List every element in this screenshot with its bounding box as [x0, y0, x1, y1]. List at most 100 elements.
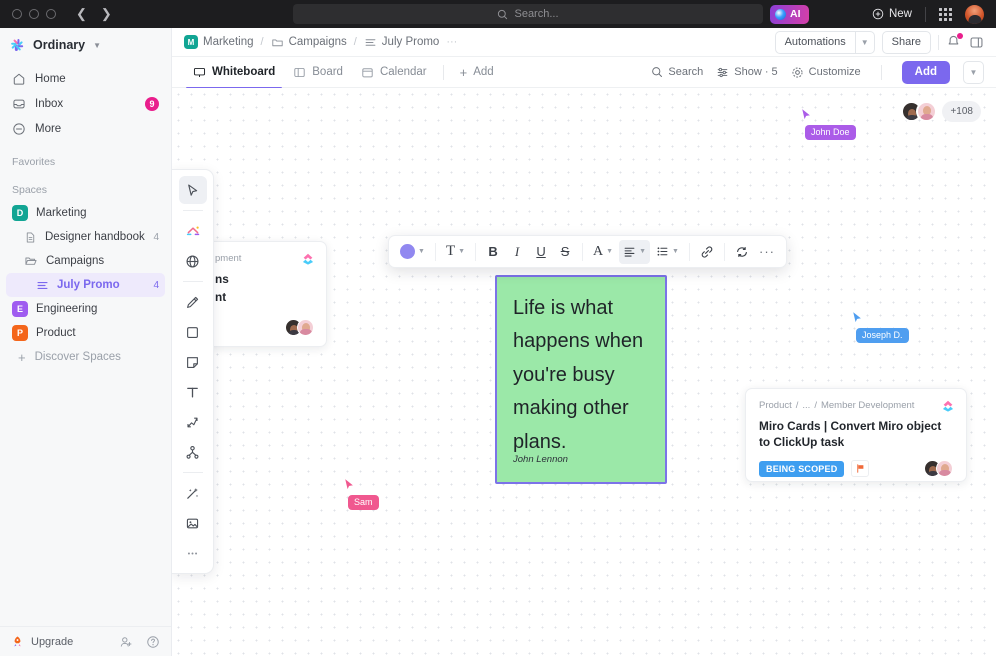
connector-icon[interactable]	[179, 408, 207, 436]
pen-icon[interactable]	[179, 288, 207, 316]
add-task-button[interactable]: Add	[902, 61, 950, 84]
list-icon	[36, 279, 49, 292]
ai-sparkle-icon[interactable]	[179, 217, 207, 245]
chevron-down-icon[interactable]: ▼	[93, 41, 101, 50]
avatar[interactable]	[916, 101, 937, 122]
os-bar-right: New	[872, 5, 984, 24]
customize-button[interactable]: Customize	[791, 66, 861, 79]
forward-arrow-icon[interactable]: ❯	[101, 6, 112, 22]
ai-button[interactable]: AI	[770, 5, 809, 24]
automations-caret[interactable]: ▼	[855, 31, 875, 54]
workspace-switcher[interactable]: Ordinary ▼	[0, 28, 171, 62]
help-circle-icon[interactable]	[146, 635, 160, 649]
upgrade-label[interactable]: Upgrade	[31, 636, 73, 648]
share-button[interactable]: Share	[882, 31, 931, 54]
color-swatch-button[interactable]: ▼	[396, 240, 429, 264]
breadcrumb-separator-2: /	[354, 36, 357, 48]
sidebar-item-engineering[interactable]: E Engineering	[6, 297, 165, 321]
new-button[interactable]: New	[872, 8, 912, 20]
sidebar-item-home[interactable]: Home	[6, 66, 165, 91]
more-tools-icon[interactable]	[179, 539, 207, 567]
font-size-button[interactable]: T ▼	[442, 240, 469, 264]
sidebar-item-july-promo[interactable]: July Promo 4	[6, 273, 165, 297]
sticky-note-icon[interactable]	[179, 348, 207, 376]
bold-button[interactable]: B	[482, 240, 504, 264]
sidebar-item-home-label: Home	[35, 73, 66, 85]
sidebar-item-more[interactable]: More	[6, 116, 165, 141]
user-avatar[interactable]	[965, 5, 984, 24]
strikethrough-button[interactable]: S	[554, 240, 576, 264]
priority-flag-icon[interactable]	[851, 460, 869, 477]
tab-whiteboard[interactable]: Whiteboard	[184, 57, 284, 88]
avatar[interactable]	[936, 460, 953, 477]
task-card-breadcrumb-space: Product	[759, 400, 792, 411]
add-view-button[interactable]: + Add	[451, 57, 503, 88]
global-search-bar[interactable]: Search...	[293, 4, 763, 24]
convert-button[interactable]	[731, 240, 753, 264]
image-icon[interactable]	[179, 509, 207, 537]
task-card-clipped-breadcrumb: pment	[215, 253, 314, 264]
whiteboard-canvas[interactable]: +108	[172, 88, 996, 656]
minimize-window-dot[interactable]	[29, 9, 39, 19]
avatar[interactable]	[297, 319, 314, 336]
divider	[183, 281, 203, 282]
task-card-clipped[interactable]: pment ns nt	[202, 241, 327, 347]
breadcrumb-folder[interactable]: Campaigns	[271, 36, 347, 49]
july-promo-count: 4	[153, 280, 159, 291]
inbox-icon	[12, 97, 26, 111]
collaborator-overflow-count[interactable]: +108	[942, 101, 981, 122]
globe-icon[interactable]	[179, 247, 207, 275]
add-task-caret[interactable]: ▼	[963, 61, 984, 84]
shape-square-icon[interactable]	[179, 318, 207, 346]
notifications-button[interactable]	[946, 34, 962, 50]
task-card-clipped-title-line-2: nt	[215, 289, 314, 305]
status-badge[interactable]: BEING SCOPED	[759, 461, 844, 477]
sticky-note-text[interactable]: Life is what happens when you're busy ma…	[513, 292, 649, 459]
workspace-name: Ordinary	[33, 38, 85, 52]
browser-nav[interactable]: ❮ ❯	[76, 6, 112, 22]
select-cursor-icon[interactable]	[179, 176, 207, 204]
task-card[interactable]: Product / ... / Member Development Miro …	[745, 388, 967, 482]
invite-person-icon[interactable]	[119, 635, 133, 649]
sidebar-item-marketing[interactable]: D Marketing	[6, 201, 165, 225]
automations-button[interactable]: Automations	[775, 31, 855, 54]
tab-calendar-label: Calendar	[380, 66, 427, 78]
link-button[interactable]	[696, 240, 718, 264]
cursor-arrow-icon	[343, 477, 356, 492]
text-icon[interactable]	[179, 378, 207, 406]
back-arrow-icon[interactable]: ❮	[76, 6, 87, 22]
sticky-note[interactable]: Life is what happens when you're busy ma…	[495, 275, 667, 484]
text-color-button[interactable]: A ▼	[589, 240, 617, 264]
convert-refresh-icon	[735, 245, 749, 259]
align-button[interactable]: ▼	[619, 240, 650, 264]
breadcrumb-overflow-icon[interactable]: ···	[446, 36, 457, 48]
tab-calendar[interactable]: Calendar	[352, 57, 436, 88]
mindmap-icon[interactable]	[179, 438, 207, 466]
breadcrumb-actions: Automations ▼ Share	[775, 31, 984, 54]
maximize-window-dot[interactable]	[46, 9, 56, 19]
discover-spaces-button[interactable]: + Discover Spaces	[6, 345, 165, 369]
apps-grid-icon[interactable]	[939, 8, 952, 21]
task-card-clipped-assignees[interactable]	[285, 319, 314, 336]
sidebar-item-product[interactable]: P Product	[6, 321, 165, 345]
list-button[interactable]: ▼	[652, 240, 683, 264]
more-options-button[interactable]: ···	[755, 240, 779, 264]
show-filter-button[interactable]: Show · 5	[716, 66, 777, 79]
discover-spaces-label: Discover Spaces	[35, 351, 121, 363]
sidebar-footer-actions	[119, 635, 160, 649]
sidebar-item-designer-handbook[interactable]: Designer handbook 4	[6, 225, 165, 249]
space-avatar-engineering: E	[12, 301, 28, 317]
view-search-button[interactable]: Search	[651, 66, 703, 78]
close-window-dot[interactable]	[12, 9, 22, 19]
magic-wand-icon[interactable]	[179, 479, 207, 507]
italic-button[interactable]: I	[506, 240, 528, 264]
window-controls[interactable]	[12, 9, 56, 19]
sidebar-item-inbox[interactable]: Inbox 9	[6, 91, 165, 116]
task-card-assignees[interactable]	[924, 460, 953, 477]
underline-button[interactable]: U	[530, 240, 552, 264]
tab-board[interactable]: Board	[284, 57, 352, 88]
sidebar-item-campaigns[interactable]: Campaigns	[6, 249, 165, 273]
panel-toggle-icon[interactable]	[969, 35, 984, 50]
breadcrumb-space[interactable]: M Marketing	[184, 35, 254, 49]
breadcrumb-list[interactable]: July Promo	[364, 36, 440, 49]
